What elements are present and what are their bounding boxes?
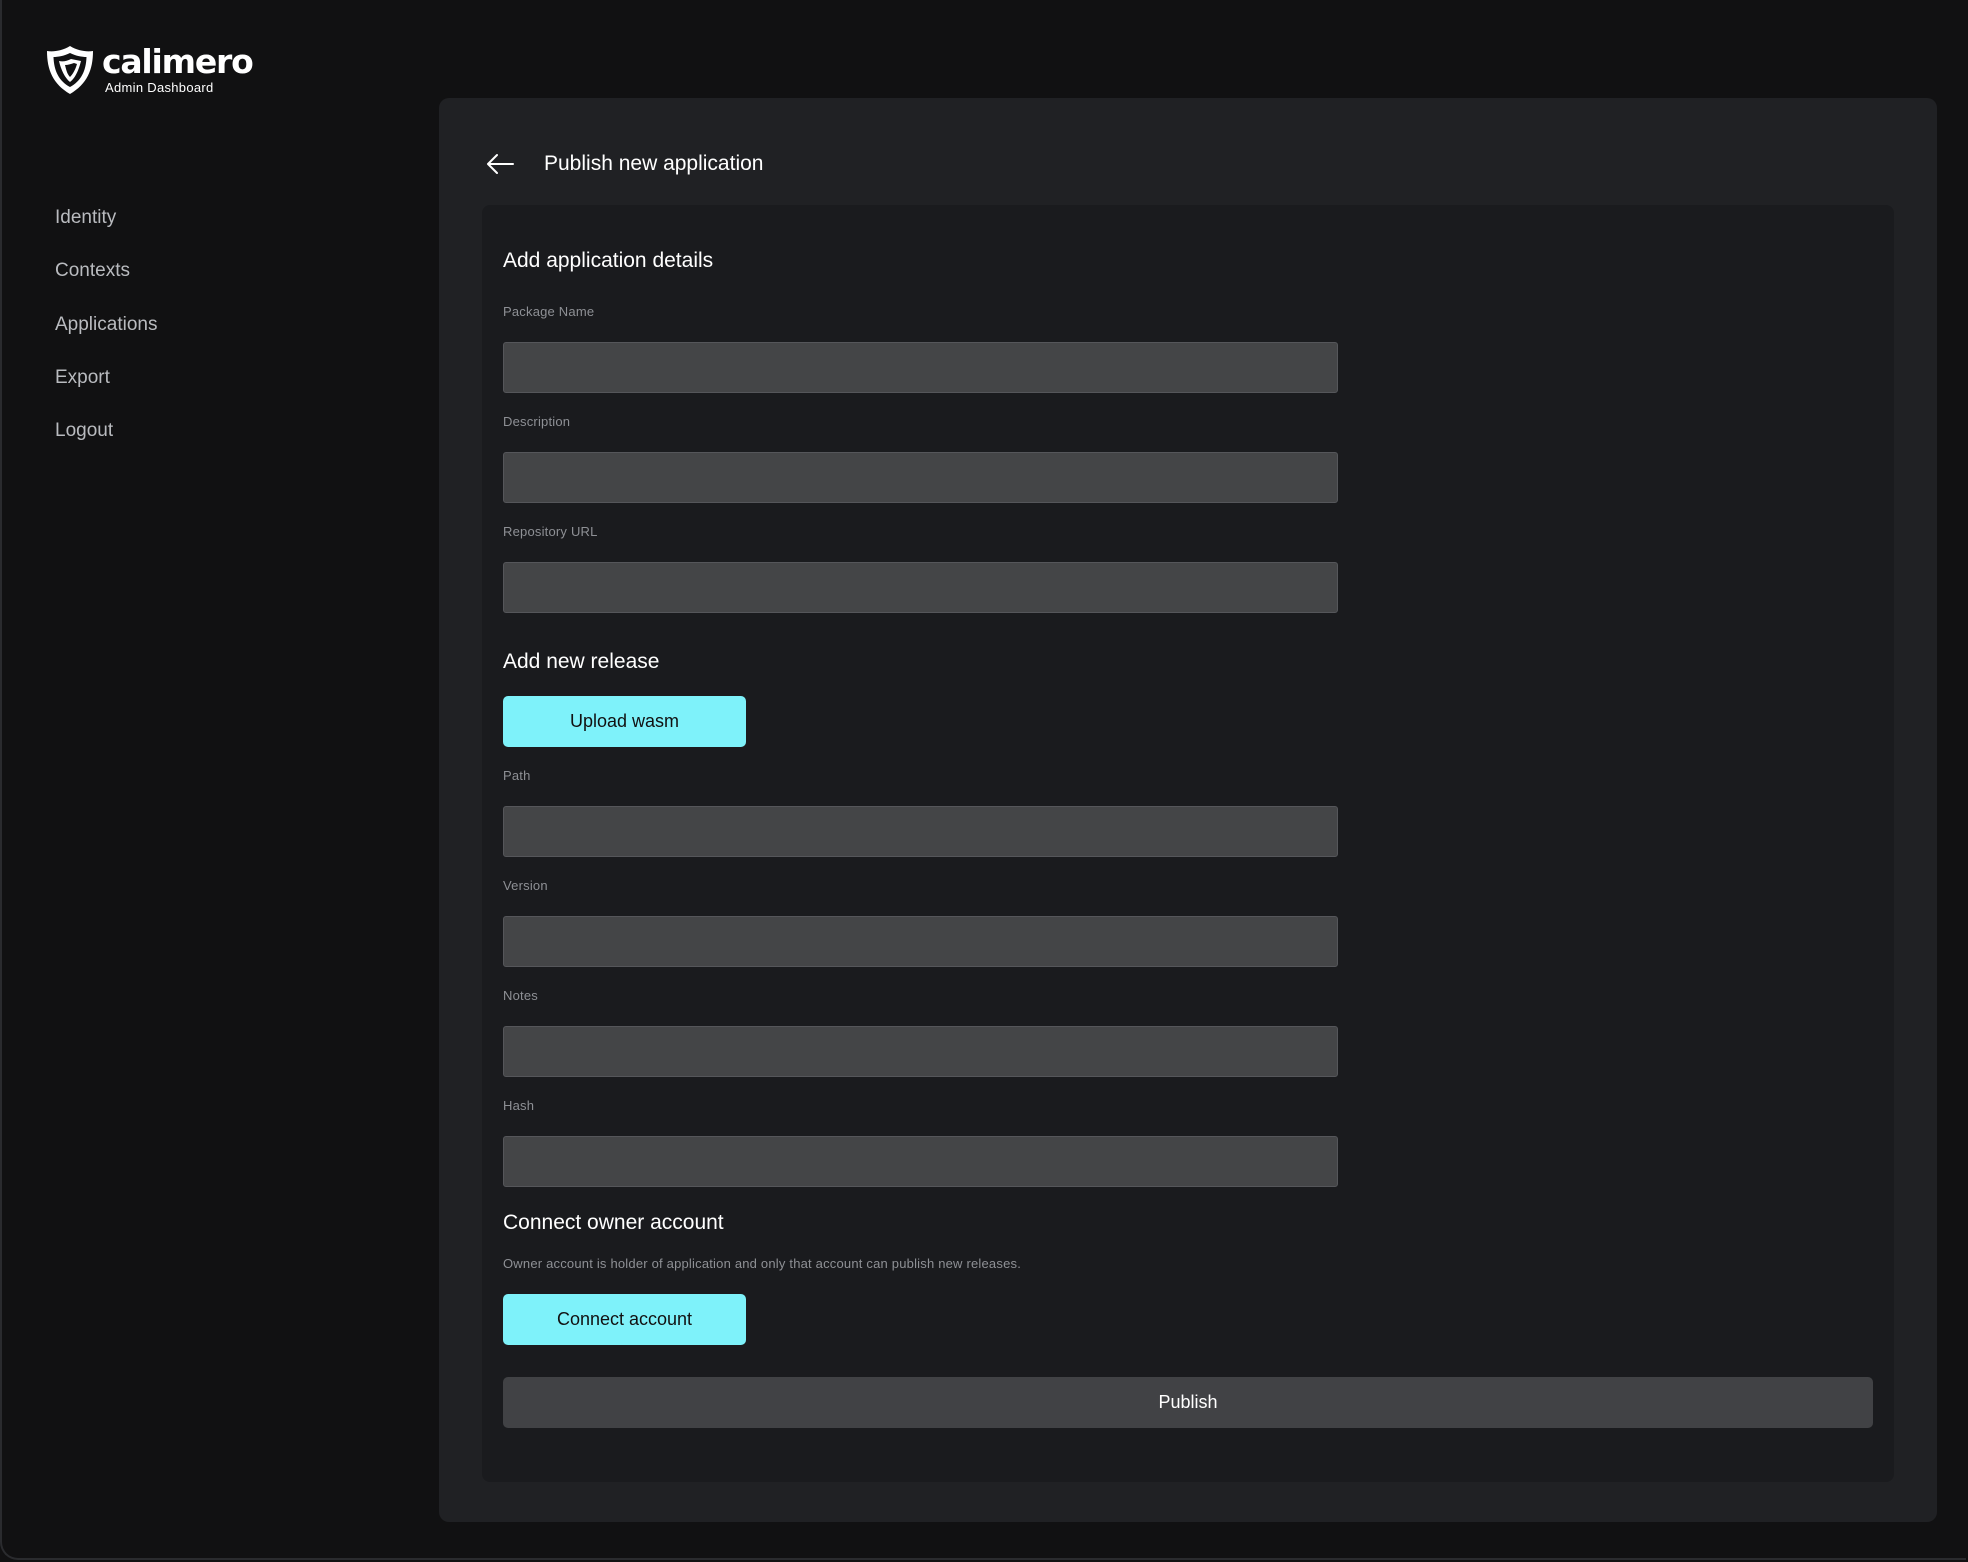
package-name-label: Package Name [503,304,595,319]
sidebar-item-logout[interactable]: Logout [55,415,157,468]
app-frame: calimero Admin Dashboard Identity Contex… [0,0,1966,1560]
hash-input[interactable] [503,1136,1338,1187]
version-label: Version [503,878,548,893]
arrow-left-icon[interactable] [485,152,515,176]
description-input[interactable] [503,452,1338,503]
sidebar-item-applications[interactable]: Applications [55,309,157,362]
upload-wasm-button[interactable]: Upload wasm [503,696,746,747]
page-title: Publish new application [544,152,764,175]
hash-label: Hash [503,1098,535,1113]
repository-url-input[interactable] [503,562,1338,613]
sidebar-item-identity[interactable]: Identity [55,202,157,255]
publish-form: Add application details Package Name Des… [482,205,1894,1482]
package-name-input[interactable] [503,342,1338,393]
sidebar-item-export[interactable]: Export [55,362,157,415]
release-section-title: Add new release [503,650,660,673]
notes-input[interactable] [503,1026,1338,1077]
sidebar-nav: Identity Contexts Applications Export Lo… [55,202,157,468]
path-label: Path [503,768,531,783]
main-panel: Publish new application Add application … [439,98,1937,1522]
brand-subtitle: Admin Dashboard [105,80,214,95]
details-section-title: Add application details [503,249,714,272]
sidebar: calimero Admin Dashboard Identity Contex… [2,0,422,1558]
repository-url-label: Repository URL [503,524,598,539]
connect-account-button[interactable]: Connect account [503,1294,746,1345]
owner-helper-text: Owner account is holder of application a… [503,1256,1022,1271]
brand-logo[interactable]: calimero Admin Dashboard [44,42,254,96]
description-label: Description [503,414,571,429]
publish-button[interactable]: Publish [503,1377,1873,1428]
calimero-shield-icon [47,46,93,94]
version-input[interactable] [503,916,1338,967]
page-header: Publish new application [485,146,763,182]
notes-label: Notes [503,988,538,1003]
sidebar-item-contexts[interactable]: Contexts [55,255,157,308]
owner-section-title: Connect owner account [503,1211,724,1234]
brand-name: calimero [102,42,254,81]
path-input[interactable] [503,806,1338,857]
